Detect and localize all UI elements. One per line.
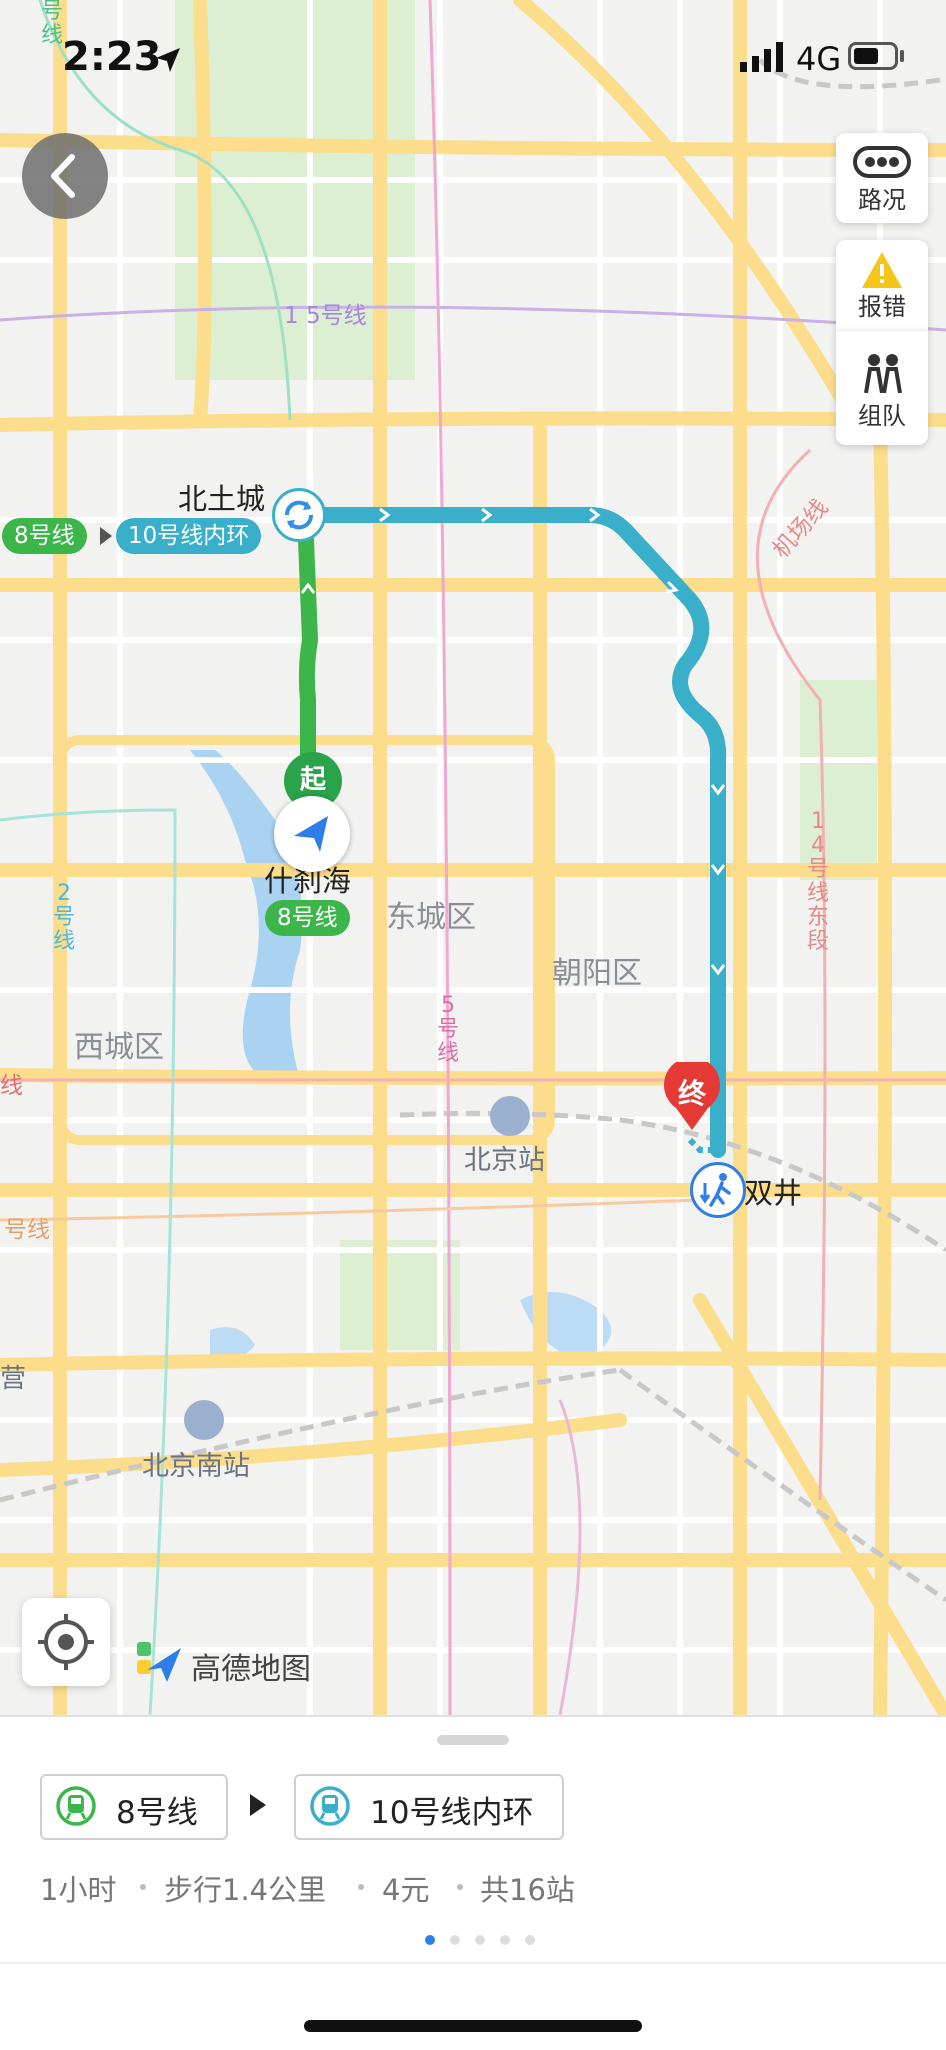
signal-bars-icon <box>740 42 783 72</box>
separator-dot <box>457 1884 463 1890</box>
end-marker: 终 <box>662 1062 722 1132</box>
route-line10 <box>294 507 727 1158</box>
subway-icon <box>56 1786 96 1826</box>
report-error-button[interactable]: 报错 <box>836 240 928 330</box>
station-label-transfer: 北土城 <box>178 482 266 516</box>
stop-count-text: 共16站 <box>480 1873 575 1907</box>
status-time: 2:23 <box>62 34 162 80</box>
traffic-button[interactable]: 路况 <box>836 133 928 223</box>
battery-cap <box>900 50 904 62</box>
back-button[interactable] <box>22 133 108 219</box>
subway-line-label: 号线 <box>4 1217 50 1243</box>
page-dot[interactable] <box>475 1935 485 1945</box>
divider <box>0 1962 946 1964</box>
transfer-icon <box>272 488 326 542</box>
subway-line-label: 2号线 <box>52 881 75 954</box>
team-button[interactable]: 组队 <box>836 330 928 445</box>
lake <box>210 1327 255 1359</box>
chevron-left-icon <box>51 154 75 198</box>
route-chip-line8[interactable]: 8号线 <box>40 1774 228 1840</box>
poi-partial: 营 <box>0 1364 27 1394</box>
sheet-drag-handle[interactable] <box>437 1735 509 1745</box>
report-label: 报错 <box>858 293 906 321</box>
amap-logo-icon <box>137 1642 181 1682</box>
arrow-right-icon <box>250 1794 266 1816</box>
battery-icon <box>848 42 898 70</box>
locate-button[interactable] <box>22 1598 110 1686</box>
train-station-icon <box>184 1400 224 1440</box>
arrow-right-icon <box>100 527 112 545</box>
subway-line-label: 1 5号线 <box>284 303 367 329</box>
route-chip-line8-label: 8号线 <box>116 1795 198 1831</box>
map-view[interactable]: 北土城 什刹海 双井 东城区 朝阳区 西城区 北京站 北京南站 营 1 5号线 … <box>0 0 946 1715</box>
end-marker-label: 终 <box>677 1077 706 1110</box>
home-indicator <box>304 2020 642 2032</box>
walk-exit-icon <box>690 1162 746 1218</box>
district-label: 西城区 <box>74 1030 164 1065</box>
amap-brand-text: 高德地图 <box>191 1652 311 1687</box>
route-chip-line10-label: 10号线内环 <box>370 1795 534 1831</box>
page-dot[interactable] <box>525 1935 535 1945</box>
network-type: 4G <box>796 40 842 78</box>
poi-beijing-station: 北京站 <box>464 1145 545 1176</box>
route-chip-line10[interactable]: 10号线内环 <box>294 1774 564 1840</box>
traffic-icon <box>853 146 911 178</box>
traffic-label: 路况 <box>858 186 906 214</box>
crosshair-icon <box>38 1614 94 1670</box>
page-dot[interactable] <box>500 1935 510 1945</box>
district-label: 朝阳区 <box>552 956 642 991</box>
route-line8 <box>297 507 318 768</box>
route-tag-line8: 8号线 <box>2 518 87 554</box>
duration-text: 1小时 <box>40 1873 117 1907</box>
subway-line-label: 1 4号线东段 <box>806 809 829 954</box>
status-bar: 2:23 4G <box>0 0 946 110</box>
separator-dot <box>140 1884 146 1890</box>
current-location-icon <box>274 796 350 872</box>
route-tag-start-line: 8号线 <box>265 900 350 936</box>
station-label-end: 双井 <box>744 1176 803 1210</box>
route-summary-sheet[interactable]: 8号线 10号线内环 1小时 步行1.4公里 4元 共16站 <box>0 1715 946 2050</box>
team-label: 组队 <box>858 402 906 430</box>
walking-distance-text: 步行1.4公里 <box>164 1873 327 1907</box>
train-station-icon <box>490 1096 530 1136</box>
subway-line-label: 线 <box>0 1073 23 1099</box>
team-icon <box>864 354 902 393</box>
district-label: 东城区 <box>386 900 476 935</box>
page-dot[interactable] <box>425 1935 435 1945</box>
poi-beijing-south: 北京南站 <box>142 1451 250 1482</box>
route-tag-line10: 10号线内环 <box>116 518 262 554</box>
subway-icon <box>310 1786 350 1826</box>
location-arrow-icon <box>156 48 180 72</box>
fare-text: 4元 <box>382 1873 430 1907</box>
warning-icon <box>862 252 902 288</box>
separator-dot <box>358 1884 364 1890</box>
page-dot[interactable] <box>450 1935 460 1945</box>
subway-line-label: 5号线 <box>436 993 459 1066</box>
